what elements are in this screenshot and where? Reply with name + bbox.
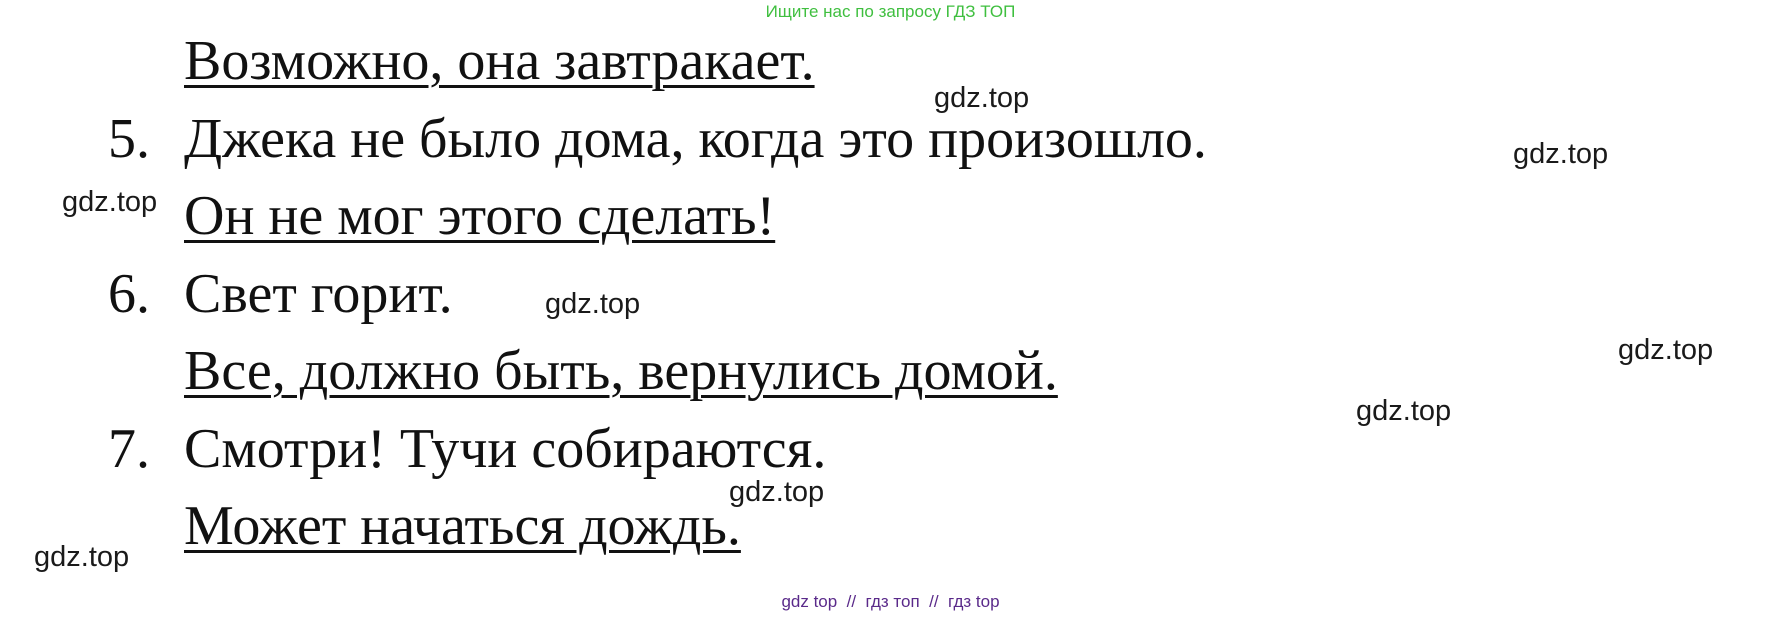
watermark-text: gdz.top — [1618, 334, 1714, 366]
watermark-text: gdz.top — [34, 541, 130, 573]
answer-line: Возможно, она завтракает. — [184, 30, 815, 92]
answer-line: Он не мог этого сделать! — [184, 185, 776, 247]
item-number: 6. — [108, 263, 150, 325]
top-search-hint: Ищите нас по запросу ГДЗ ТОП — [765, 2, 1016, 21]
footer-watermark: gdz top // гдз топ // гдз top — [781, 592, 1000, 611]
watermark-text: gdz.top — [1513, 138, 1609, 170]
watermark-text: gdz.top — [934, 82, 1030, 114]
item-number: 7. — [108, 418, 150, 480]
exercise-sentence: Джека не было дома, когда это произошло. — [184, 108, 1207, 170]
watermark-text: gdz.top — [729, 476, 825, 508]
answer-line: Все, должно быть, вернулись домой. — [184, 340, 1058, 402]
exercise-sentence: Свет горит. — [184, 263, 453, 325]
watermark-text: gdz.top — [62, 186, 158, 218]
answer-line: Может начаться дождь. — [184, 495, 741, 557]
watermark-text: gdz.top — [545, 288, 641, 320]
item-number: 5. — [108, 108, 150, 170]
watermark-text: gdz.top — [1356, 395, 1452, 427]
exercise-sentence: Смотри! Тучи собираются. — [184, 418, 827, 480]
